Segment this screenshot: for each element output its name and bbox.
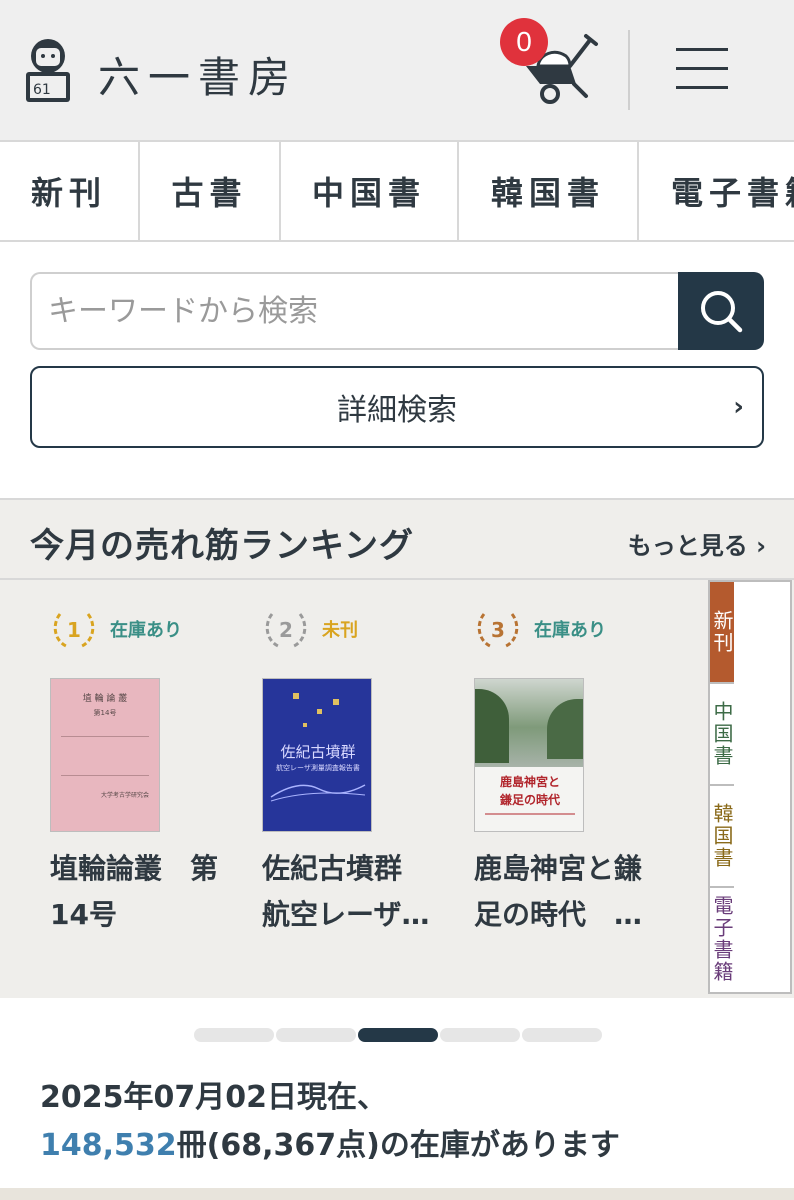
book-title[interactable]: 鹿島神宮と鎌足の時代 …: [474, 846, 664, 938]
cover-publisher: 大学考古学研究会: [100, 792, 149, 799]
tab-new-books[interactable]: 新刊: [0, 142, 140, 240]
site-logo-text[interactable]: 六一書房: [98, 44, 298, 105]
search-area: 詳細検索 ›: [0, 242, 794, 498]
side-tab-korean[interactable]: 韓国書: [710, 786, 734, 888]
ranking-title: 今月の売れ筋ランキング: [30, 526, 414, 566]
cart-button[interactable]: 0: [500, 18, 600, 108]
ranking-book-1[interactable]: 1 在庫あり 埴 輪 論 叢 第14号 大学考古学研究会 埴輪論叢 第14号: [50, 606, 250, 938]
side-tab-ebooks[interactable]: 電子書籍: [710, 888, 734, 990]
inventory-summary: 148,532冊(68,367点)の在庫があります: [40, 1120, 620, 1164]
pager-dot[interactable]: [276, 1028, 356, 1042]
pager-dot[interactable]: [194, 1028, 274, 1042]
rank-number: 2: [279, 618, 293, 642]
inventory-count: 148,532: [40, 1128, 177, 1163]
header-divider: [628, 30, 630, 110]
stock-status: 未刊: [322, 620, 358, 641]
hamburger-menu-icon[interactable]: [676, 48, 728, 92]
ranking-category-tabs: 新刊 中国書 韓国書 電子書籍: [708, 580, 792, 994]
book-cover[interactable]: 埴 輪 論 叢 第14号 大学考古学研究会: [50, 678, 160, 832]
logo-number: 61: [33, 82, 51, 98]
bottom-strip: [0, 1188, 794, 1200]
ranking-carousel: 1 在庫あり 埴 輪 論 叢 第14号 大学考古学研究会 埴輪論叢 第14号 2…: [0, 580, 794, 998]
cover-heading: 埴 輪 論 叢: [82, 694, 128, 704]
see-more-link[interactable]: もっと見る ›: [628, 526, 766, 561]
carousel-pager: [194, 1028, 602, 1042]
book-title[interactable]: 佐紀古墳群 航空レーザ…: [262, 846, 452, 938]
site-header: 61 六一書房 0: [0, 0, 794, 140]
cart-count-badge: 0: [500, 18, 548, 66]
cover-subtitle: 第14号: [93, 709, 117, 717]
cover-subtitle: 航空レーザ測量調査報告書: [276, 764, 360, 772]
advanced-search-label: 詳細検索: [337, 393, 457, 428]
search-button[interactable]: [678, 272, 764, 350]
book-cover[interactable]: 佐紀古墳群 航空レーザ測量調査報告書: [262, 678, 372, 832]
rank-number: 3: [491, 618, 505, 642]
rank-laurel-icon: 2: [262, 606, 310, 652]
cover-heading: 佐紀古墳群: [280, 743, 356, 761]
ranking-book-2[interactable]: 2 未刊 佐紀古墳群 航空レーザ測量調査報告書 佐紀古墳群 航空レーザ…: [262, 606, 462, 938]
ranking-header: 今月の売れ筋ランキング もっと見る ›: [0, 498, 794, 580]
tab-ebooks[interactable]: 電子書籍: [639, 142, 794, 240]
rank-number: 1: [67, 618, 81, 642]
side-tab-chinese[interactable]: 中国書: [710, 684, 734, 786]
stock-status: 在庫あり: [110, 620, 182, 641]
rank-laurel-icon: 1: [50, 606, 98, 652]
inventory-text: 冊(68,367点)の在庫があります: [176, 1128, 620, 1163]
rank-laurel-icon: 3: [474, 606, 522, 652]
tab-korean-books[interactable]: 韓国書: [459, 142, 639, 240]
tab-chinese-books[interactable]: 中国書: [281, 142, 459, 240]
pager-dot-active[interactable]: [358, 1028, 438, 1042]
ranking-book-3[interactable]: 3 在庫あり 鹿島神宮と 鎌足の時代 鹿島神宮と鎌足の時代 …: [474, 606, 674, 938]
pager-dot[interactable]: [440, 1028, 520, 1042]
cover-heading: 鹿島神宮と: [499, 775, 560, 789]
reading-person-logo-icon[interactable]: 61: [18, 36, 78, 104]
inventory-section: 2025年07月02日現在、 148,532冊(68,367点)の在庫があります: [0, 998, 794, 1188]
chevron-right-icon: ›: [733, 392, 744, 422]
pager-dot[interactable]: [522, 1028, 602, 1042]
side-tab-new[interactable]: 新刊: [710, 582, 734, 684]
advanced-search-button[interactable]: 詳細検索 ›: [30, 366, 764, 448]
book-title[interactable]: 埴輪論叢 第14号: [50, 846, 240, 938]
stock-status: 在庫あり: [534, 620, 606, 641]
search-icon: [701, 291, 743, 333]
category-tabs: 新刊 古書 中国書 韓国書 電子書籍: [0, 140, 794, 242]
search-input[interactable]: [30, 272, 680, 350]
inventory-date: 2025年07月02日現在、: [40, 1080, 387, 1115]
cover-subtitle: 鎌足の時代: [499, 793, 560, 807]
book-cover[interactable]: 鹿島神宮と 鎌足の時代: [474, 678, 584, 832]
tab-used-books[interactable]: 古書: [140, 142, 281, 240]
